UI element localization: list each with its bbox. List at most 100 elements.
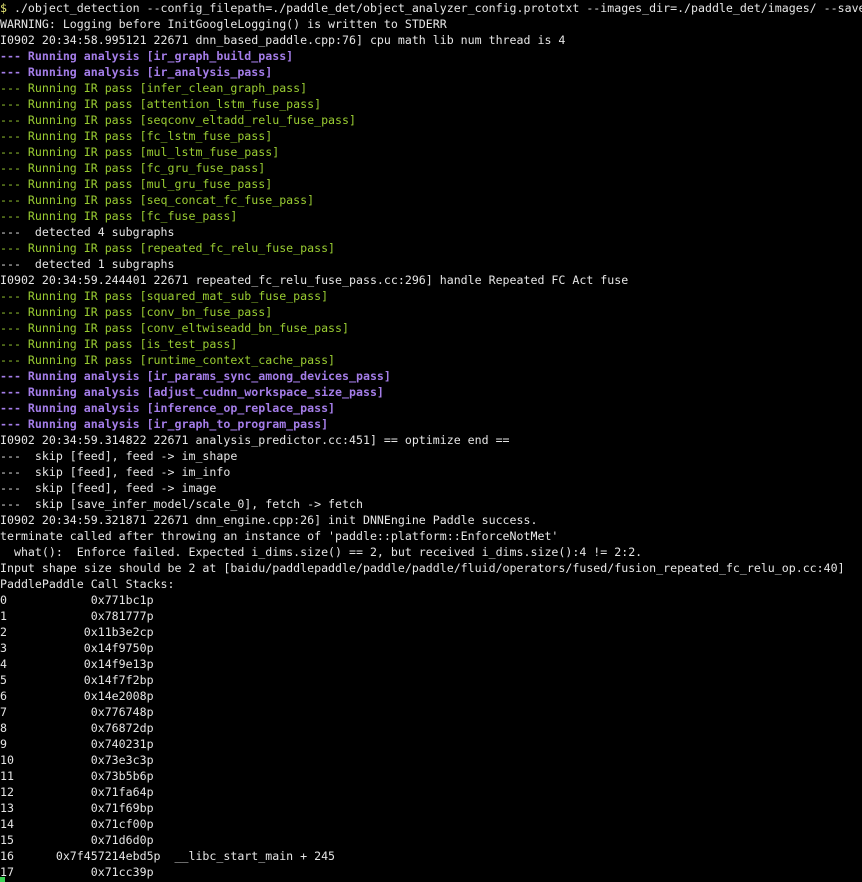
log-line: --- skip [feed], feed -> im_info xyxy=(0,464,230,480)
line-text: --- Running IR pass [runtime_context_cac… xyxy=(0,353,336,367)
line-text: 8 0x76872dp xyxy=(0,721,154,735)
line-text: --- skip [save_infer_model/scale_0], fet… xyxy=(0,497,363,511)
line-text: --- Running analysis [ir_analysis_pass] xyxy=(0,65,273,79)
stack-frame-line: 8 0x76872dp xyxy=(0,720,154,736)
terminal-cursor xyxy=(0,877,5,882)
line-text: --- Running analysis [inference_op_repla… xyxy=(0,401,336,415)
line-text: 2 0x11b3e2cp xyxy=(0,625,154,639)
line-text: 12 0x71fa64p xyxy=(0,785,154,799)
stack-frame-line: 9 0x740231p xyxy=(0,736,154,752)
analysis-pass-line: --- Running analysis [ir_graph_build_pas… xyxy=(0,48,293,64)
line-text: --- Running analysis [adjust_cudnn_works… xyxy=(0,385,384,399)
ir-pass-line: --- Running IR pass [seq_concat_fc_fuse_… xyxy=(0,192,314,208)
line-text: 7 0x776748p xyxy=(0,705,154,719)
line-text: --- skip [feed], feed -> im_shape xyxy=(0,449,238,463)
line-text: --- skip [feed], feed -> image xyxy=(0,481,217,495)
ir-pass-line: --- Running IR pass [attention_lstm_fuse… xyxy=(0,96,321,112)
ir-pass-line: --- Running IR pass [infer_clean_graph_p… xyxy=(0,80,307,96)
error-line: Input shape size should be 2 at [baidu/p… xyxy=(0,560,845,576)
terminal-window[interactable]: $ ./object_detection --config_filepath=.… xyxy=(0,0,862,882)
ir-pass-line: --- Running IR pass [is_test_pass] xyxy=(0,336,237,352)
line-text: --- Running analysis [ir_graph_build_pas… xyxy=(0,49,294,63)
stack-frame-line: 7 0x776748p xyxy=(0,704,154,720)
line-text: --- Running analysis [ir_params_sync_amo… xyxy=(0,369,391,383)
line-text: --- Running IR pass [squared_mat_sub_fus… xyxy=(0,289,329,303)
stack-frame-line: 1 0x781777p xyxy=(0,608,154,624)
error-line: terminate called after throwing an insta… xyxy=(0,528,558,544)
line-text: --- Running IR pass [mul_lstm_fuse_pass] xyxy=(0,145,280,159)
log-line: --- skip [save_infer_model/scale_0], fet… xyxy=(0,496,363,512)
log-line: --- skip [feed], feed -> image xyxy=(0,480,216,496)
error-line: what(): Enforce failed. Expected i_dims.… xyxy=(0,544,642,560)
line-text: I0902 20:34:59.314822 22671 analysis_pre… xyxy=(0,433,510,447)
stack-frame-line: 17 0x71cc39p xyxy=(0,864,154,880)
line-text: what(): Enforce failed. Expected i_dims.… xyxy=(0,545,643,559)
line-text: --- Running IR pass [is_test_pass] xyxy=(0,337,238,351)
line-text: 5 0x14f7f2bp xyxy=(0,673,154,687)
ir-pass-line: --- Running IR pass [mul_lstm_fuse_pass] xyxy=(0,144,279,160)
line-text: --- Running IR pass [repeated_fc_relu_fu… xyxy=(0,241,336,255)
ir-pass-line: --- Running IR pass [fc_lstm_fuse_pass] xyxy=(0,128,272,144)
analysis-pass-line: --- Running analysis [ir_graph_to_progra… xyxy=(0,416,328,432)
line-text: --- skip [feed], feed -> im_info xyxy=(0,465,231,479)
log-line: I0902 20:34:59.314822 22671 analysis_pre… xyxy=(0,432,510,448)
line-text: --- Running IR pass [conv_bn_fuse_pass] xyxy=(0,305,273,319)
line-text: I0902 20:34:59.244401 22671 repeated_fc_… xyxy=(0,273,629,287)
line-text: 9 0x740231p xyxy=(0,737,154,751)
prompt-line: $ ./object_detection --config_filepath=.… xyxy=(0,0,862,16)
ir-pass-line: --- Running IR pass [fc_gru_fuse_pass] xyxy=(0,160,265,176)
stack-frame-line: 2 0x11b3e2cp xyxy=(0,624,154,640)
log-line: I0902 20:34:59.321871 22671 dnn_engine.c… xyxy=(0,512,537,528)
stack-frame-line: 10 0x73e3c3p xyxy=(0,752,154,768)
line-text: --- Running IR pass [fc_lstm_fuse_pass] xyxy=(0,129,273,143)
line-text: PaddlePaddle Call Stacks: xyxy=(0,577,175,591)
ir-pass-line: --- Running IR pass [conv_bn_fuse_pass] xyxy=(0,304,272,320)
stack-frame-line: 3 0x14f9750p xyxy=(0,640,154,656)
log-line: I0902 20:34:59.244401 22671 repeated_fc_… xyxy=(0,272,628,288)
line-text: I0902 20:34:58.995121 22671 dnn_based_pa… xyxy=(0,33,566,47)
line-text: --- Running IR pass [fc_fuse_pass] xyxy=(0,209,238,223)
log-line: --- skip [feed], feed -> im_shape xyxy=(0,448,237,464)
line-text: 10 0x73e3c3p xyxy=(0,753,154,767)
stack-frame-line: 6 0x14e2008p xyxy=(0,688,154,704)
line-text: WARNING: Logging before InitGoogleLoggin… xyxy=(0,17,447,31)
line-text: 17 0x71cc39p xyxy=(0,865,154,879)
stack-header-line: PaddlePaddle Call Stacks: xyxy=(0,576,175,592)
ir-pass-line: --- Running IR pass [runtime_context_cac… xyxy=(0,352,335,368)
line-text: 3 0x14f9750p xyxy=(0,641,154,655)
line-text: 14 0x71cf00p xyxy=(0,817,154,831)
line-text: 1 0x781777p xyxy=(0,609,154,623)
line-text: --- Running IR pass [seq_concat_fc_fuse_… xyxy=(0,193,315,207)
ir-pass-line: --- Running IR pass [mul_gru_fuse_pass] xyxy=(0,176,272,192)
ir-pass-line: --- Running IR pass [squared_mat_sub_fus… xyxy=(0,288,328,304)
line-text: --- detected 1 subgraphs xyxy=(0,257,175,271)
log-line: --- detected 1 subgraphs xyxy=(0,256,175,272)
stack-frame-line: 13 0x71f69bp xyxy=(0,800,154,816)
log-line: --- detected 4 subgraphs xyxy=(0,224,175,240)
line-text: --- Running IR pass [mul_gru_fuse_pass] xyxy=(0,177,273,191)
line-text: Input shape size should be 2 at [baidu/p… xyxy=(0,561,845,575)
line-text: 4 0x14f9e13p xyxy=(0,657,154,671)
stack-frame-line: 0 0x771bc1p xyxy=(0,592,154,608)
analysis-pass-line: --- Running analysis [adjust_cudnn_works… xyxy=(0,384,384,400)
stack-frame-line: 11 0x73b5b6p xyxy=(0,768,154,784)
stack-frame-line: 4 0x14f9e13p xyxy=(0,656,154,672)
analysis-pass-line: --- Running analysis [ir_params_sync_amo… xyxy=(0,368,391,384)
line-text: --- Running IR pass [infer_clean_graph_p… xyxy=(0,81,308,95)
line-text: 15 0x71d6d0p xyxy=(0,833,154,847)
prompt-symbol: $ xyxy=(0,1,7,15)
line-text: 16 0x7f457214ebd5p __libc_start_main + 2… xyxy=(0,849,336,863)
ir-pass-line: --- Running IR pass [repeated_fc_relu_fu… xyxy=(0,240,335,256)
log-line: I0902 20:34:58.995121 22671 dnn_based_pa… xyxy=(0,32,565,48)
line-text: 11 0x73b5b6p xyxy=(0,769,154,783)
line-text: --- Running IR pass [attention_lstm_fuse… xyxy=(0,97,322,111)
line-text: 0 0x771bc1p xyxy=(0,593,154,607)
ir-pass-line: --- Running IR pass [conv_eltwiseadd_bn_… xyxy=(0,320,349,336)
log-line: WARNING: Logging before InitGoogleLoggin… xyxy=(0,16,447,32)
analysis-pass-line: --- Running analysis [ir_analysis_pass] xyxy=(0,64,272,80)
line-text: ./object_detection --config_filepath=./p… xyxy=(6,1,862,15)
stack-frame-line: 16 0x7f457214ebd5p __libc_start_main + 2… xyxy=(0,848,335,864)
stack-frame-line: 15 0x71d6d0p xyxy=(0,832,154,848)
stack-frame-line: 14 0x71cf00p xyxy=(0,816,154,832)
line-text: --- Running analysis [ir_graph_to_progra… xyxy=(0,417,329,431)
